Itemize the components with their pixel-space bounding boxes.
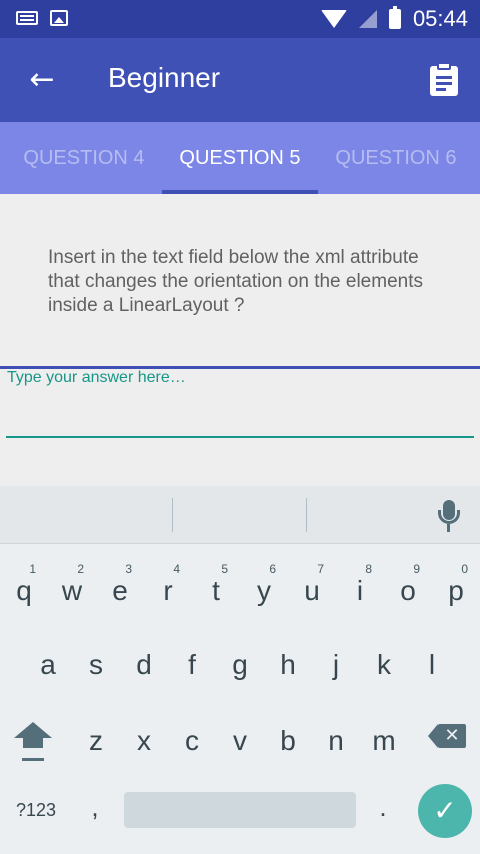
key-c[interactable]: c: [168, 702, 216, 772]
key-n[interactable]: n: [312, 702, 360, 772]
delete-key[interactable]: ✕: [428, 724, 466, 748]
key-p[interactable]: 0p: [432, 550, 480, 620]
checkmark-icon: ✓: [433, 794, 457, 827]
key-o[interactable]: 9o: [384, 550, 432, 620]
back-button[interactable]: ←: [22, 60, 62, 100]
status-right-icons: 05:44: [320, 6, 468, 32]
tab-indicator: [162, 190, 318, 194]
signal-icon: [358, 10, 377, 28]
space-key[interactable]: [124, 792, 356, 828]
key-l[interactable]: l: [408, 626, 456, 696]
comma-key[interactable]: ,: [80, 792, 110, 832]
key-i[interactable]: 8i: [336, 550, 384, 620]
key-t[interactable]: 5t: [192, 550, 240, 620]
key-u[interactable]: 7u: [288, 550, 336, 620]
key-w[interactable]: 2w: [48, 550, 96, 620]
period-key[interactable]: .: [368, 792, 398, 832]
suggestion-divider: [306, 498, 307, 532]
key-g[interactable]: g: [216, 626, 264, 696]
key-d[interactable]: d: [120, 626, 168, 696]
key-s[interactable]: s: [72, 626, 120, 696]
key-y[interactable]: 6y: [240, 550, 288, 620]
key-e[interactable]: 3e: [96, 550, 144, 620]
symbols-key[interactable]: ?123: [8, 794, 64, 826]
key-b[interactable]: b: [264, 702, 312, 772]
key-m[interactable]: m: [360, 702, 408, 772]
enter-key[interactable]: ✓: [418, 784, 472, 838]
key-h[interactable]: h: [264, 626, 312, 696]
keyboard-icon: [16, 11, 38, 25]
tab-question-6[interactable]: QUESTION 6: [318, 122, 474, 194]
app-bar: ← Beginner: [0, 38, 480, 122]
key-a[interactable]: a: [24, 626, 72, 696]
key-j[interactable]: j: [312, 626, 360, 696]
key-r[interactable]: 4r: [144, 550, 192, 620]
question-tabs: QUESTION 4 QUESTION 5 QUESTION 6: [0, 122, 480, 194]
key-v[interactable]: v: [216, 702, 264, 772]
key-q[interactable]: 1q: [0, 550, 48, 620]
shift-key[interactable]: [10, 714, 56, 764]
tab-question-4[interactable]: QUESTION 4: [6, 122, 162, 194]
battery-charging-icon: [388, 6, 401, 29]
key-f[interactable]: f: [168, 626, 216, 696]
tab-question-5[interactable]: QUESTION 5: [162, 122, 318, 194]
clipboard-button[interactable]: [428, 60, 460, 100]
status-time: 05:44: [412, 6, 468, 31]
key-k[interactable]: k: [360, 626, 408, 696]
status-bar: 05:44: [0, 0, 480, 38]
suggestion-bar: [0, 486, 480, 544]
key-z[interactable]: z: [72, 702, 120, 772]
soft-keyboard: 1q 2w 3e 4r 5t 6y 7u 8i 9o 0p a s d f g …: [0, 486, 480, 854]
key-x[interactable]: x: [120, 702, 168, 772]
image-icon: [50, 10, 68, 26]
suggestion-divider: [172, 498, 173, 532]
question-text: Insert in the text field below the xml a…: [48, 247, 423, 316]
wifi-icon: [320, 10, 347, 28]
answer-field-label: Type your answer here…: [7, 369, 186, 386]
arrow-left-icon: ←: [29, 62, 55, 97]
answer-input[interactable]: [6, 392, 474, 438]
status-left-icons: [16, 10, 68, 26]
microphone-icon[interactable]: [436, 500, 462, 534]
page-title: Beginner: [108, 62, 221, 93]
